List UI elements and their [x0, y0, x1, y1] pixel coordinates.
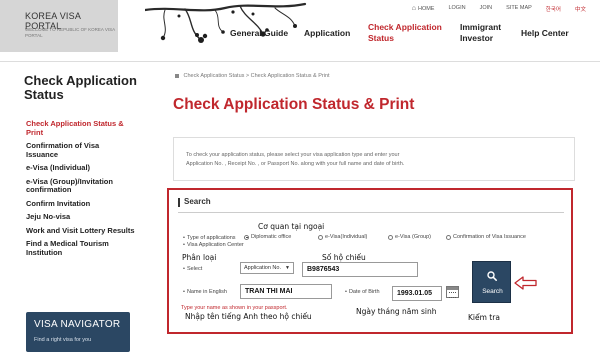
- application-type-select[interactable]: Application No. ▼: [240, 262, 294, 274]
- radio-dot[interactable]: [446, 234, 451, 240]
- select-value: Application No.: [244, 265, 281, 271]
- sidebar-menu: Check Application Status & Print Confirm…: [26, 119, 156, 262]
- sidebar-item-work-visit-lottery[interactable]: Work and Visit Lottery Results: [26, 226, 146, 236]
- search-button-label: Search: [482, 288, 503, 295]
- site-logo[interactable]: KOREA VISA PORTAL WELCOME TO REPUBLIC OF…: [0, 0, 118, 52]
- annotation-category: Phân loại: [182, 253, 217, 262]
- nav-help-center[interactable]: Help Center: [521, 28, 569, 39]
- sidebar-item-medical-tourism[interactable]: Find a Medical Tourism Institution: [26, 239, 136, 257]
- nav-label: Application: [304, 28, 351, 38]
- nav-application[interactable]: Application: [304, 28, 350, 39]
- annotation-passport-number: Số hộ chiếu: [322, 253, 366, 262]
- date-of-birth-input[interactable]: 1993.01.05: [392, 286, 442, 301]
- visa-navigator-subtitle: Find a right visa for you: [34, 337, 92, 343]
- sidebar-item-jeju-novisa[interactable]: Jeju No-visa: [26, 212, 156, 222]
- page-title: Check Application Status & Print: [173, 96, 415, 113]
- radio-evisa-individual[interactable]: e-Visa(Individual): [318, 234, 367, 240]
- sidebar-title-line2: Status: [24, 87, 64, 102]
- breadcrumb-item[interactable]: Check Application Status: [184, 73, 245, 79]
- nav-label: Help Center: [521, 28, 569, 38]
- search-section-header: Search: [178, 197, 564, 210]
- nav-label-line2: Status: [368, 33, 394, 43]
- site-header: KOREA VISA PORTAL WELCOME TO REPUBLIC OF…: [0, 0, 600, 62]
- sidebar-item-confirmation-visa-issuance[interactable]: Confirmation of Visa Issuance: [26, 141, 118, 159]
- radio-label: Confirmation of Visa Issuance: [453, 234, 526, 240]
- radio-evisa-group[interactable]: e-Visa (Group): [388, 234, 431, 240]
- util-login-link[interactable]: LOGIN: [448, 5, 465, 13]
- name-in-english-input[interactable]: TRAN THI MAI: [240, 284, 332, 299]
- visa-navigator-title: VISA NAVIGATOR: [34, 319, 121, 330]
- util-join-link[interactable]: JOIN: [480, 5, 493, 13]
- name-in-english-label: Name in English: [183, 289, 227, 295]
- radio-label: e-Visa (Group): [395, 234, 431, 240]
- radio-dot[interactable]: [388, 234, 393, 240]
- search-divider: [178, 212, 564, 213]
- radio-diplomatic-office[interactable]: Diplomatic office: [244, 234, 291, 240]
- visa-navigator-banner[interactable]: VISA NAVIGATOR Find a right visa for you: [26, 312, 130, 352]
- breadcrumb-item-current: Check Application Status & Print: [250, 73, 330, 79]
- util-sitemap-link[interactable]: SITE MAP: [506, 5, 532, 13]
- sidebar-title: Check Application Status: [24, 74, 137, 102]
- nav-label: Check Application: [368, 22, 442, 32]
- breadcrumb-home-icon: [175, 73, 179, 78]
- calendar-icon[interactable]: [446, 286, 459, 298]
- visa-application-center-label: Visa Application Center: [183, 242, 244, 248]
- sidebar-item-confirm-invitation[interactable]: Confirm Invitation: [26, 199, 156, 209]
- intro-text: To check your application status, please…: [186, 151, 566, 169]
- annotation-date-of-birth: Ngày tháng năm sinh: [356, 307, 437, 316]
- search-heading: Search: [184, 197, 211, 206]
- lang-chinese-link[interactable]: 中文: [575, 5, 586, 13]
- sidebar-item-check-status-print[interactable]: Check Application Status & Print: [26, 119, 130, 137]
- breadcrumb: Check Application Status > Check Applica…: [175, 73, 330, 79]
- radio-dot-checked[interactable]: [244, 234, 249, 240]
- radio-confirmation-visa-issuance[interactable]: Confirmation of Visa Issuance: [446, 234, 526, 240]
- type-of-applications-label: Type of applications: [183, 235, 236, 241]
- search-button[interactable]: Search: [472, 261, 511, 303]
- date-of-birth-label: Date of Birth: [345, 289, 380, 295]
- search-heading-bar: [178, 198, 180, 207]
- utility-nav: HOME LOGIN JOIN SITE MAP 한국어 中文: [412, 5, 586, 13]
- sidebar-item-evisa-individual[interactable]: e-Visa (Individual): [26, 163, 156, 173]
- radio-label: e-Visa(Individual): [325, 234, 368, 240]
- select-label: Select: [183, 266, 202, 272]
- radio-dot[interactable]: [318, 234, 323, 240]
- sidebar-title-line1: Check Application: [24, 73, 137, 88]
- util-home-link[interactable]: HOME: [412, 5, 435, 13]
- intro-line-1: To check your application status, please…: [186, 152, 400, 158]
- sidebar-item-evisa-group[interactable]: e-Visa (Group)/Invitation confirmation: [26, 177, 152, 195]
- annotation-english-name: Nhập tên tiếng Anh theo hộ chiếu: [185, 312, 312, 321]
- intro-box: To check your application status, please…: [173, 137, 575, 181]
- nav-label: Immigrant: [460, 22, 502, 32]
- nav-label: General Guide: [230, 28, 289, 38]
- nav-label-line2: Investor: [460, 33, 494, 43]
- magnifier-icon: [487, 271, 497, 281]
- intro-line-2: Application No. , Receipt No. , or Passp…: [186, 161, 405, 167]
- annotation-foreign-office: Cơ quan tại ngoại: [258, 222, 325, 231]
- nav-general-guide[interactable]: General Guide: [230, 28, 288, 39]
- logo-subtitle: WELCOME TO REPUBLIC OF KOREA VISA PORTAL: [25, 27, 115, 38]
- annotation-search: Kiểm tra: [468, 313, 500, 322]
- chevron-down-icon: ▼: [285, 265, 290, 271]
- name-hint-text: Type your name as shown in your passport…: [181, 305, 288, 311]
- nav-check-application-status[interactable]: Check Application Status: [368, 22, 442, 44]
- left-arrow-icon: [514, 276, 537, 290]
- lang-korean-link[interactable]: 한국어: [546, 5, 561, 13]
- radio-label: Diplomatic office: [251, 234, 292, 240]
- nav-immigrant-investor[interactable]: Immigrant Investor: [460, 22, 501, 44]
- application-number-input[interactable]: B9876543: [302, 262, 418, 277]
